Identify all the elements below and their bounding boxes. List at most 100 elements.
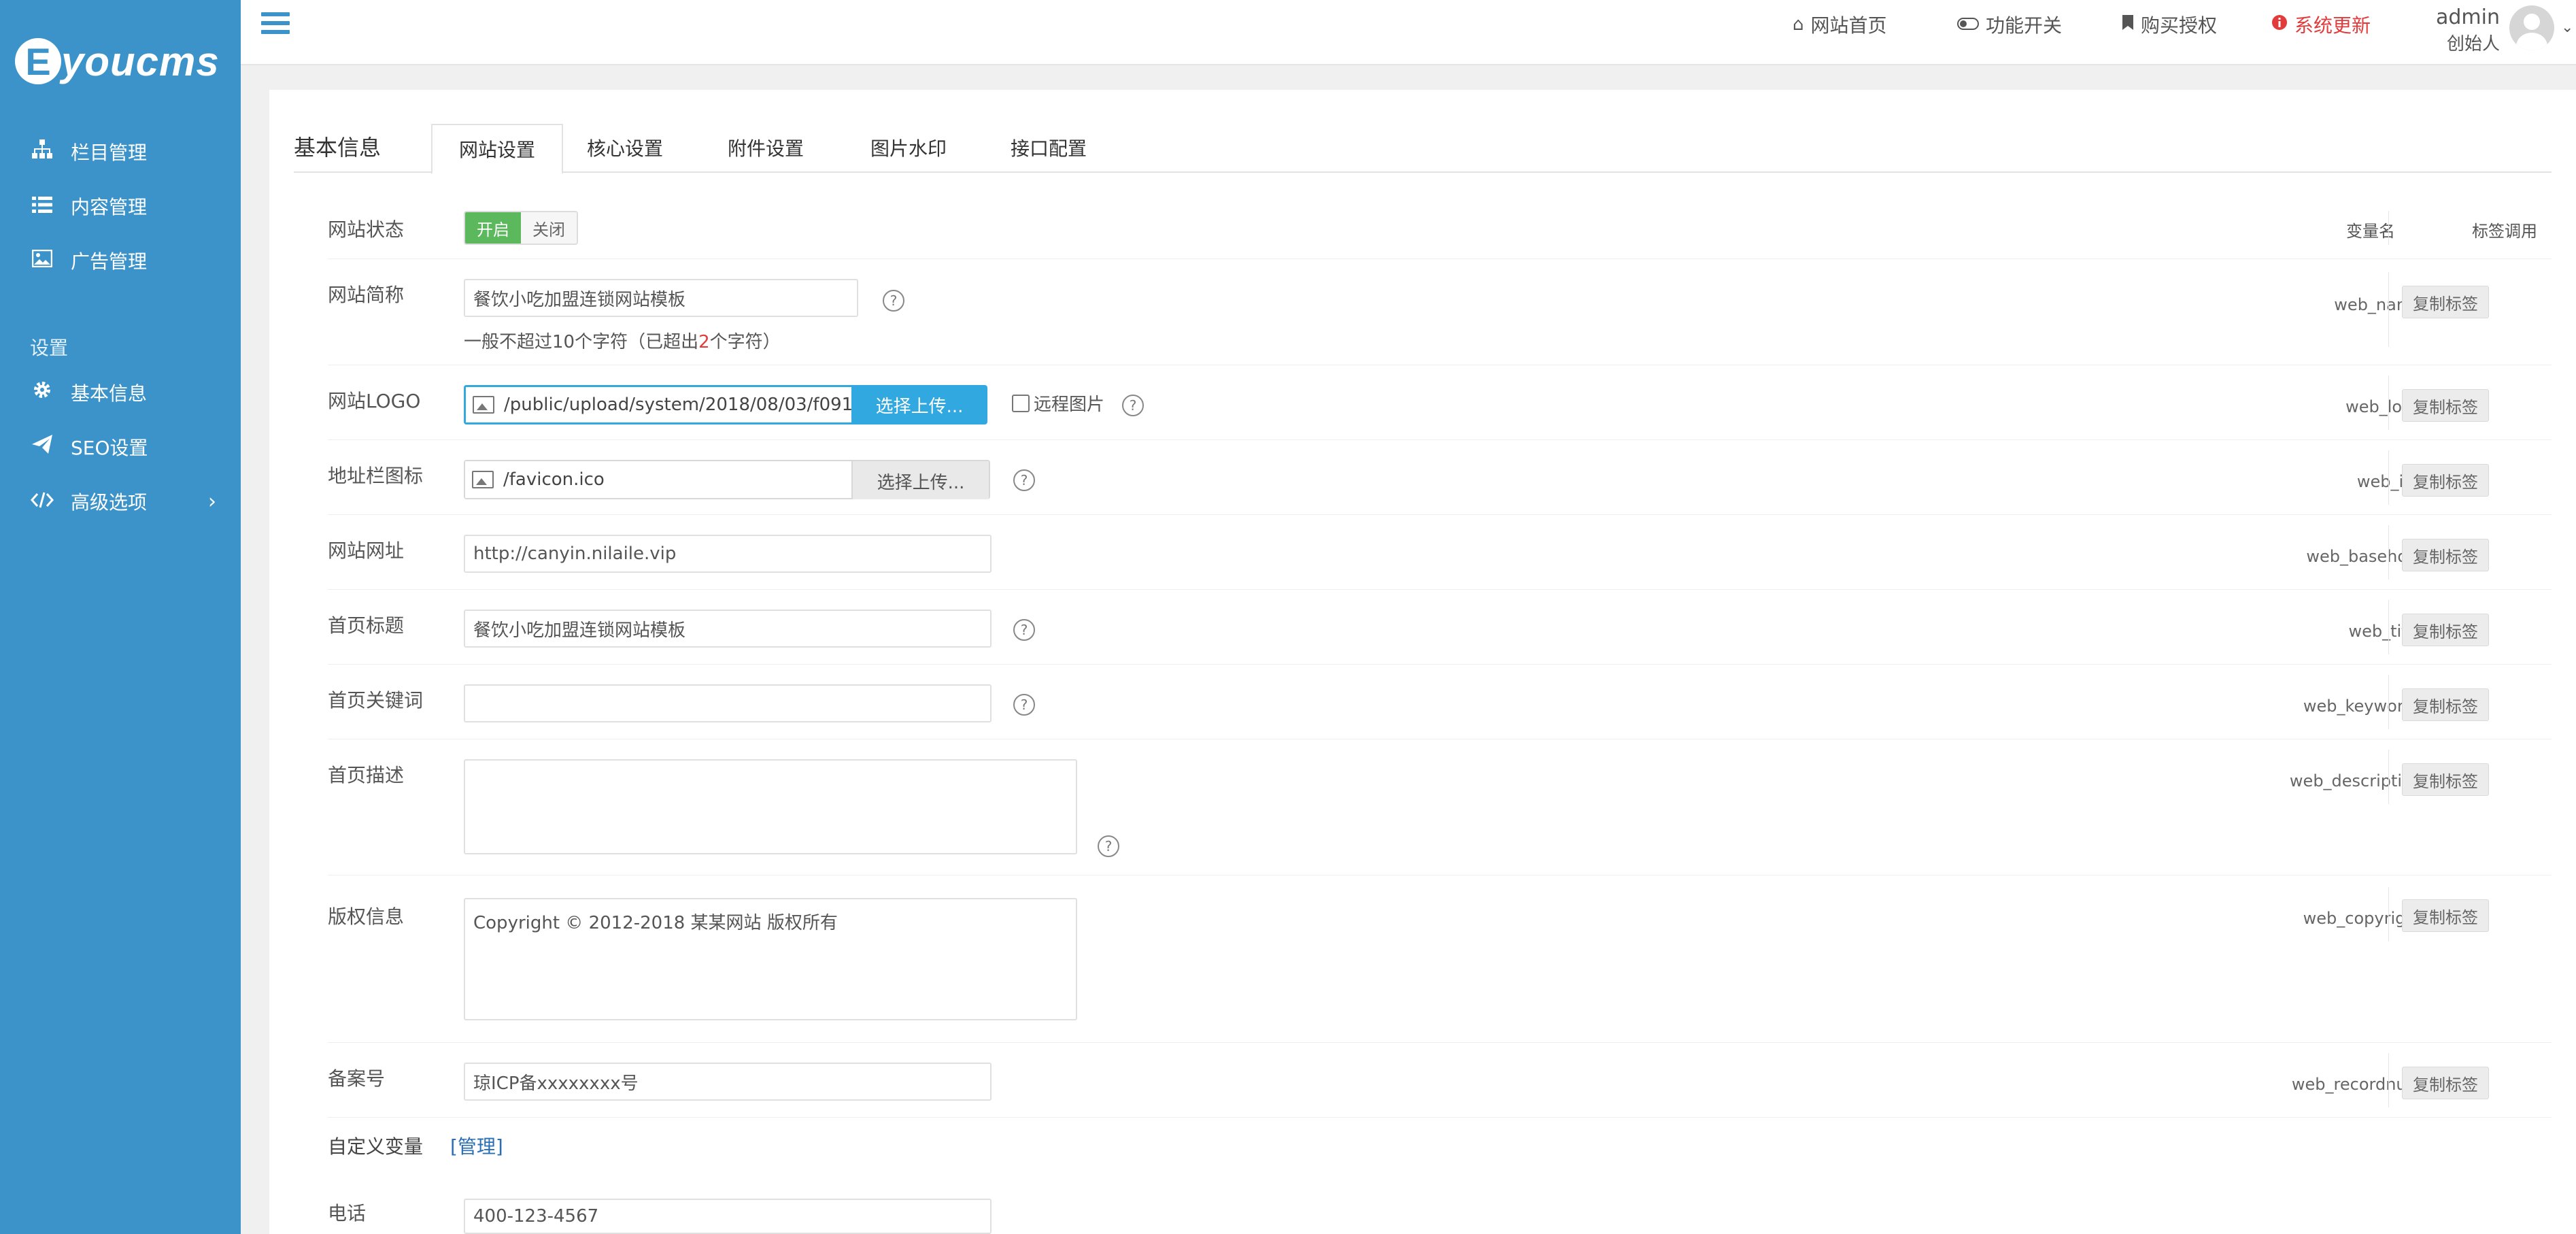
tab-attachment-settings[interactable]: 附件设置 <box>698 124 834 171</box>
form-row-logo: 网站LOGO /public/upload/system/2018/08/03/… <box>328 365 2552 440</box>
copy-tag-button[interactable]: 复制标签 <box>2402 389 2489 422</box>
top-bar: ⌂ 网站首页 功能开关 购买授权 系统更新 admin 创始人 ⌄ <box>241 0 2576 65</box>
user-role: 创始人 <box>2446 34 2500 54</box>
column-divider <box>2388 675 2389 729</box>
sidebar-item-basic-info[interactable]: 基本信息 <box>0 365 241 420</box>
status-on-option[interactable]: 开启 <box>465 212 521 244</box>
copy-tag-button[interactable]: 复制标签 <box>2402 614 2489 646</box>
nav-system-update-label: 系统更新 <box>2294 14 2371 37</box>
image-icon <box>29 249 56 273</box>
sidebar-item-seo[interactable]: SEO设置 <box>0 420 241 474</box>
copyright-textarea[interactable]: Copyright © 2012-2018 某某网站 版权所有 <box>464 898 1077 1020</box>
copy-tag-button[interactable]: 复制标签 <box>2402 763 2489 796</box>
chevron-down-icon[interactable]: ⌄ <box>2561 19 2573 36</box>
info-circle-icon <box>2271 14 2288 35</box>
column-divider <box>2388 376 2389 430</box>
home-title-input[interactable]: 餐饮小吃加盟连锁网站模板 <box>464 610 992 648</box>
nav-buy-license-label: 购买授权 <box>2141 14 2218 37</box>
list-icon <box>29 195 56 218</box>
bookmark-icon <box>2122 14 2134 35</box>
help-icon[interactable]: ? <box>1013 469 1035 491</box>
copy-tag-button[interactable]: 复制标签 <box>2402 1067 2489 1099</box>
manage-custom-vars-link[interactable]: [管理] <box>450 1132 503 1159</box>
ico-upload-field[interactable]: /favicon.ico 选择上传... <box>464 460 990 499</box>
tab-core-settings[interactable]: 核心设置 <box>560 124 690 171</box>
remote-image-checkbox[interactable] <box>1012 394 1030 412</box>
help-icon[interactable]: ? <box>1013 694 1035 716</box>
logo-text: youcms <box>61 38 220 84</box>
content-card: 基本信息 网站设置 核心设置 附件设置 图片水印 接口配置 变量名 标签调用 网… <box>269 90 2576 1234</box>
user-name[interactable]: admin <box>2429 5 2500 29</box>
sidebar-item-content[interactable]: 内容管理 <box>0 179 241 233</box>
form-row-ico: 地址栏图标 /favicon.ico 选择上传... ? web_ico 复制标… <box>328 439 2552 515</box>
logo-upload-field[interactable]: /public/upload/system/2018/08/03/f091c8 … <box>464 385 987 424</box>
copy-tag-button[interactable]: 复制标签 <box>2402 286 2489 318</box>
sidebar-item-columns[interactable]: 栏目管理 <box>0 124 241 179</box>
form-row-basehost: 网站网址 http://canyin.nilaile.vip web_baseh… <box>328 514 2552 590</box>
tab-site-settings[interactable]: 网站设置 <box>431 124 563 174</box>
form-row-copyright: 版权信息 Copyright © 2012-2018 某某网站 版权所有 web… <box>328 875 2552 1043</box>
site-name-input[interactable]: 餐饮小吃加盟连锁网站模板 <box>464 279 858 317</box>
home-keywords-input[interactable] <box>464 684 992 722</box>
help-icon[interactable]: ? <box>1122 395 1144 416</box>
column-divider <box>2388 1053 2389 1107</box>
avatar[interactable] <box>2509 5 2554 50</box>
column-divider <box>2388 887 2389 941</box>
site-url-input[interactable]: http://canyin.nilaile.vip <box>464 535 992 573</box>
column-divider <box>2388 600 2389 654</box>
page-title: 基本信息 <box>294 135 382 161</box>
help-icon[interactable]: ? <box>883 290 904 312</box>
nav-site-home-label: 网站首页 <box>1810 14 1887 37</box>
hamburger-menu-icon[interactable] <box>261 12 290 39</box>
sidebar-item-ads[interactable]: 广告管理 <box>0 233 241 288</box>
tabs-divider <box>294 171 2552 173</box>
sidebar-section-settings: 设置 <box>30 337 69 359</box>
status-off-option[interactable]: 关闭 <box>521 212 577 244</box>
nav-feature-switch-label: 功能开关 <box>1986 14 2063 37</box>
ico-upload-button[interactable]: 选择上传... <box>851 460 990 499</box>
logo[interactable]: E youcms <box>15 30 220 93</box>
copy-tag-button[interactable]: 复制标签 <box>2402 539 2489 571</box>
form-row-recordnum: 备案号 琼ICP备xxxxxxxx号 web_recordnum 复制标签 <box>328 1042 2552 1118</box>
toggle-icon <box>1957 14 1979 35</box>
form-row-name: 网站简称 餐饮小吃加盟连锁网站模板 ? 一般不超过10个字符（已超出2个字符） … <box>328 259 2552 365</box>
remote-image-option[interactable]: 远程图片 <box>1012 390 1104 416</box>
form-row-keywords: 首页关键词 ? web_keywords 复制标签 <box>328 664 2552 739</box>
sidebar-item-label: 高级选项 <box>71 491 148 514</box>
nav-feature-switch[interactable]: 功能开关 <box>1957 11 2062 38</box>
phone-input[interactable]: 400-123-4567 <box>464 1199 992 1234</box>
help-icon[interactable]: ? <box>1098 835 1119 857</box>
column-divider <box>2388 750 2389 804</box>
help-icon[interactable]: ? <box>1013 619 1035 641</box>
nav-buy-license[interactable]: 购买授权 <box>2122 11 2217 38</box>
home-description-textarea[interactable] <box>464 759 1077 854</box>
sidebar: E youcms 栏目管理 内容管理 广告管理 设置 基本信息 SEO设置 高级… <box>0 0 241 1234</box>
logo-upload-button[interactable]: 选择上传... <box>851 385 987 424</box>
title-label: 首页标题 <box>328 614 405 637</box>
column-divider <box>2388 272 2389 347</box>
remote-image-label: 远程图片 <box>1034 395 1105 415</box>
site-status-switch[interactable]: 开启 关闭 <box>464 211 578 245</box>
sidebar-item-label: 广告管理 <box>71 250 148 273</box>
sidebar-item-label: 基本信息 <box>71 382 148 405</box>
copy-tag-button[interactable]: 复制标签 <box>2402 899 2489 932</box>
phone-label: 电话 <box>328 1202 367 1224</box>
sidebar-item-advanced[interactable]: 高级选项 › <box>0 474 241 529</box>
paper-plane-icon <box>29 435 56 459</box>
copy-tag-button[interactable]: 复制标签 <box>2402 464 2489 497</box>
sidebar-item-label: SEO设置 <box>71 437 148 459</box>
record-number-input[interactable]: 琼ICP备xxxxxxxx号 <box>464 1063 992 1101</box>
nav-site-home[interactable]: ⌂ 网站首页 <box>1793 11 1887 38</box>
tab-api-config[interactable]: 接口配置 <box>981 124 1117 171</box>
column-divider <box>2388 525 2389 580</box>
status-label: 网站状态 <box>328 218 405 241</box>
tab-watermark[interactable]: 图片水印 <box>841 124 977 171</box>
image-icon <box>473 396 494 414</box>
logo-label: 网站LOGO <box>328 390 421 412</box>
ico-path: /favicon.ico <box>503 469 605 490</box>
form-row-status: 网站状态 开启 关闭 <box>328 199 2552 259</box>
nav-system-update[interactable]: 系统更新 <box>2271 11 2371 38</box>
column-divider <box>2388 450 2389 505</box>
copy-tag-button[interactable]: 复制标签 <box>2402 688 2489 721</box>
recordnum-label: 备案号 <box>328 1067 386 1090</box>
